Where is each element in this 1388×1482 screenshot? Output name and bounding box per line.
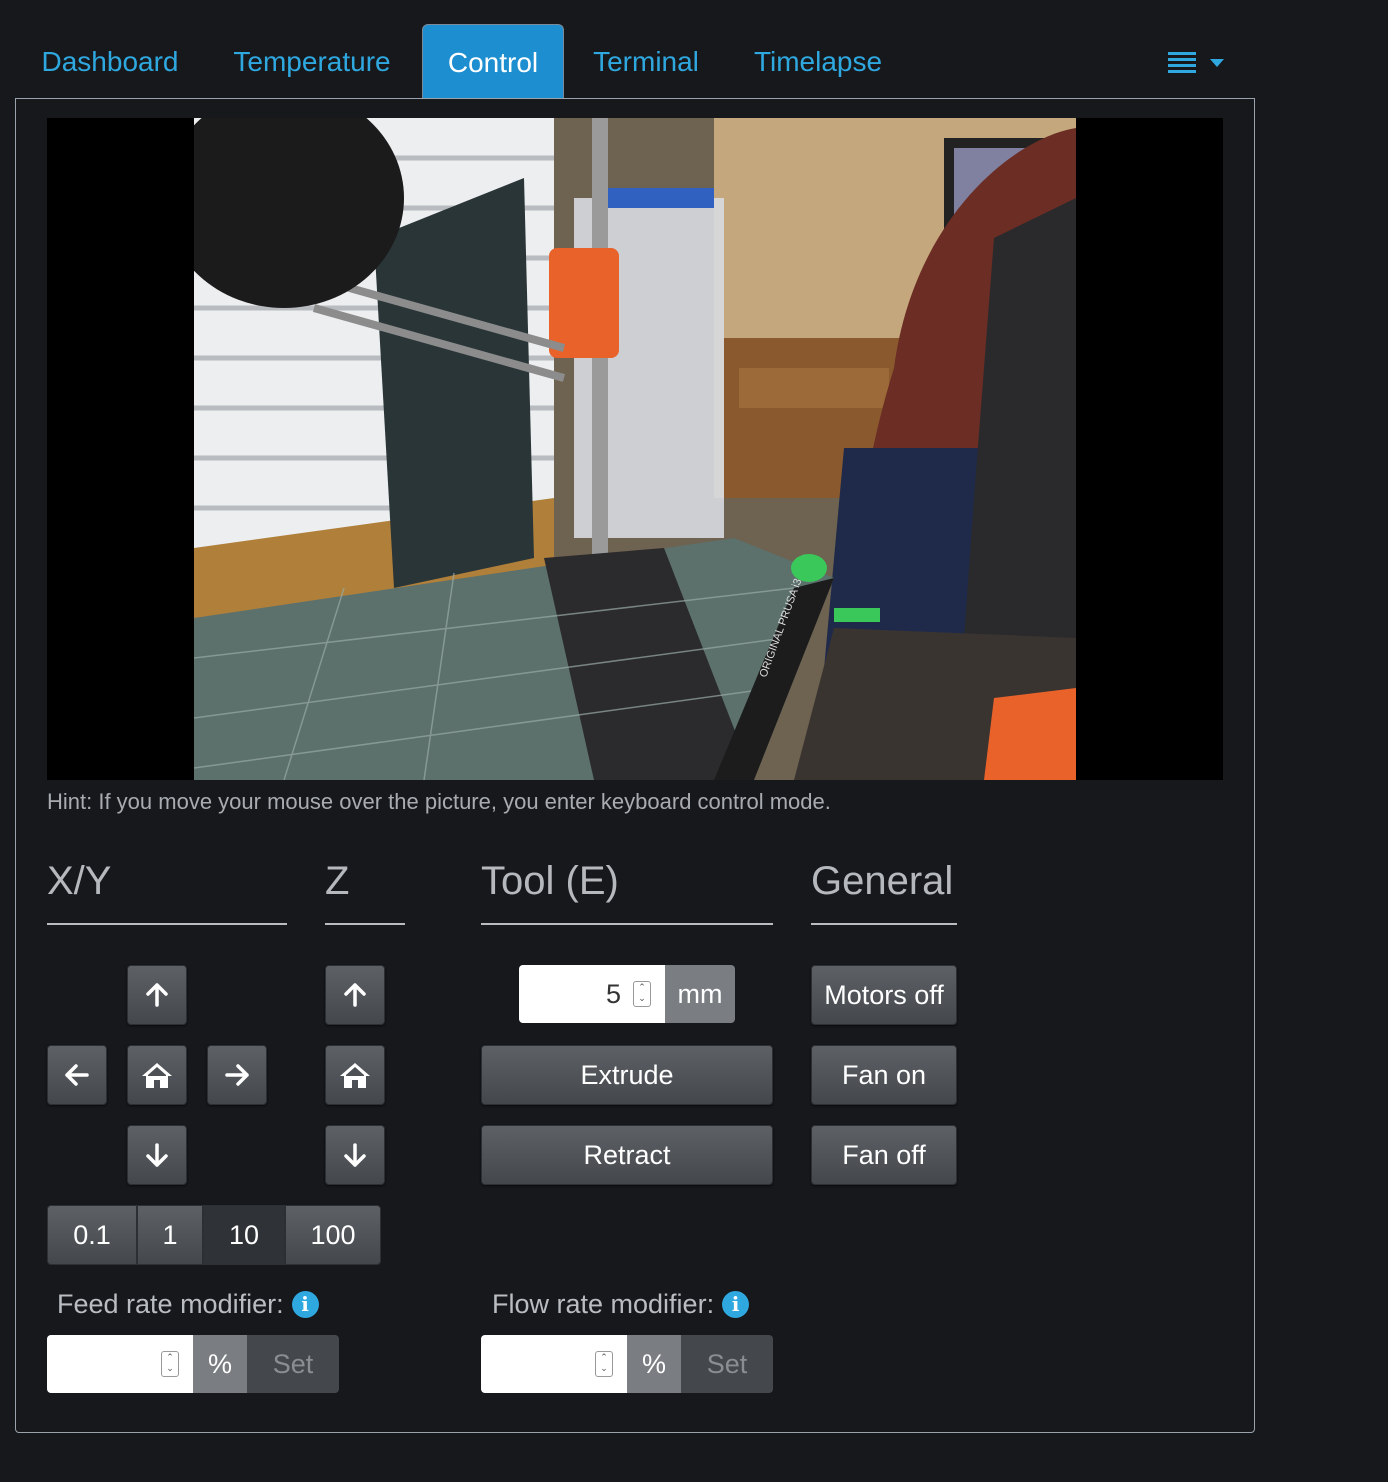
extrude-button[interactable]: Extrude [481,1045,773,1105]
home-z-button[interactable] [325,1045,385,1105]
fan-off-button[interactable]: Fan off [811,1125,957,1185]
flow-rate-unit: % [627,1335,681,1393]
tab-control[interactable]: Control [422,24,564,101]
section-title-general: General [811,859,957,925]
tab-dashboard[interactable]: Dashboard [16,24,204,98]
feed-rate-label: Feed rate modifier: i [57,1289,319,1320]
info-icon[interactable]: i [722,1291,750,1318]
feed-rate-label-text: Feed rate modifier: [57,1289,284,1319]
tab-bar: Dashboard Temperature Control Terminal T… [16,24,1254,101]
x-minus-button[interactable] [47,1045,107,1105]
arrow-down-icon [344,1143,366,1167]
x-plus-button[interactable] [207,1045,267,1105]
spinner-icon[interactable]: ⌃ ⌄ [595,1351,613,1377]
arrow-right-icon [225,1064,249,1086]
fan-on-button[interactable]: Fan on [811,1045,957,1105]
y-minus-button[interactable] [127,1125,187,1185]
home-xy-button[interactable] [127,1045,187,1105]
step-100-button[interactable]: 100 [285,1205,381,1265]
section-title-z: Z [325,859,405,925]
feed-rate-group: ⌃ ⌄ % Set [47,1335,339,1393]
extrude-unit-label: mm [665,965,735,1023]
feed-rate-set-button[interactable]: Set [247,1335,339,1393]
feed-rate-unit: % [193,1335,247,1393]
extrude-amount-group: 5 ⌃ ⌄ mm [519,965,735,1023]
keyboard-hint: Hint: If you move your mouse over the pi… [47,789,831,814]
webcam-stream[interactable]: ORIGINAL PRUSA i3 MK3 [47,118,1223,780]
arrow-up-icon [146,983,168,1007]
spinner-icon[interactable]: ⌃ ⌄ [633,981,651,1007]
info-icon[interactable]: i [291,1291,319,1318]
feed-rate-input[interactable]: ⌃ ⌄ [47,1335,193,1393]
section-title-xy: X/Y [47,859,287,925]
home-icon [142,1063,172,1088]
webcam-image: ORIGINAL PRUSA i3 MK3 [194,118,1076,780]
z-plus-button[interactable] [325,965,385,1025]
jog-distance-group: 0.1 1 10 100 [47,1205,381,1265]
arrow-left-icon [65,1064,89,1086]
y-plus-button[interactable] [127,965,187,1025]
extrude-amount-input[interactable]: 5 ⌃ ⌄ [519,965,665,1023]
arrow-down-icon [146,1143,168,1167]
extrude-amount-value: 5 [605,979,621,1009]
home-icon [340,1063,370,1088]
flow-rate-label: Flow rate modifier: i [492,1289,750,1320]
step-10-button[interactable]: 10 [203,1205,285,1265]
section-title-tool: Tool (E) [481,859,773,925]
tab-overflow-menu[interactable] [1168,50,1228,80]
flow-rate-label-text: Flow rate modifier: [492,1289,715,1319]
tab-temperature[interactable]: Temperature [216,24,408,98]
flow-rate-input[interactable]: ⌃ ⌄ [481,1335,627,1393]
flow-rate-set-button[interactable]: Set [681,1335,773,1393]
tab-timelapse[interactable]: Timelapse [740,24,896,98]
spinner-icon[interactable]: ⌃ ⌄ [161,1351,179,1377]
retract-button[interactable]: Retract [481,1125,773,1185]
z-minus-button[interactable] [325,1125,385,1185]
tab-terminal[interactable]: Terminal [578,24,714,98]
hamburger-icon [1168,52,1196,76]
step-1-button[interactable]: 1 [137,1205,203,1265]
motors-off-button[interactable]: Motors off [811,965,957,1025]
control-panel: ORIGINAL PRUSA i3 MK3 Hint: If you move … [15,98,1255,1433]
flow-rate-group: ⌃ ⌄ % Set [481,1335,773,1393]
step-0-1-button[interactable]: 0.1 [47,1205,137,1265]
caret-down-icon [1210,59,1224,67]
arrow-up-icon [344,983,366,1007]
